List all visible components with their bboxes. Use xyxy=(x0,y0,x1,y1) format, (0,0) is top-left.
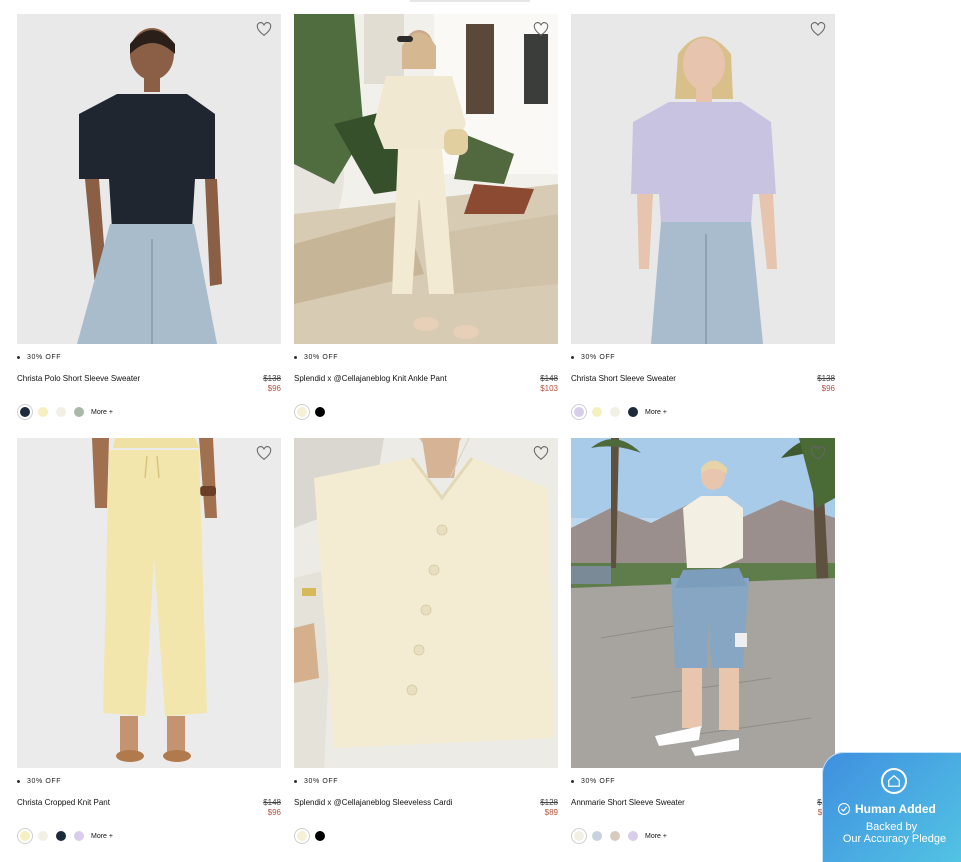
page-top-divider xyxy=(410,0,530,2)
color-swatches: More + xyxy=(17,828,113,844)
color-swatch-selected[interactable] xyxy=(17,404,33,420)
heart-icon[interactable] xyxy=(533,446,549,462)
color-swatch[interactable] xyxy=(610,407,620,417)
more-colors-link[interactable]: More + xyxy=(645,833,667,840)
color-swatch[interactable] xyxy=(315,407,325,417)
original-price: $138 xyxy=(817,374,835,383)
color-swatches xyxy=(294,828,330,844)
discount-badge: 30% OFF xyxy=(571,778,615,785)
heart-icon[interactable] xyxy=(810,22,826,38)
product-image[interactable] xyxy=(571,14,835,344)
product-image[interactable] xyxy=(294,438,558,768)
color-swatches: More + xyxy=(571,404,667,420)
color-swatch[interactable] xyxy=(628,407,638,417)
human-added-title: Human Added xyxy=(838,802,936,816)
sale-price: $103 xyxy=(540,384,558,393)
color-swatches: More + xyxy=(17,404,113,420)
product-name[interactable]: Splendid x @Cellajaneblog Sleeveless Car… xyxy=(294,798,452,807)
sale-price: $89 xyxy=(544,808,558,817)
color-swatch[interactable] xyxy=(628,831,638,841)
product-image[interactable] xyxy=(294,14,558,344)
color-swatch[interactable] xyxy=(592,407,602,417)
product-card[interactable]: 30% OFF Annmarie Short Sleeve Sweater $1… xyxy=(571,438,835,848)
sale-price: $96 xyxy=(821,384,835,393)
color-swatch-selected[interactable] xyxy=(571,828,587,844)
product-image[interactable] xyxy=(17,438,281,768)
product-card[interactable]: 30% OFF Christa Cropped Knit Pant $148 $… xyxy=(17,438,281,848)
check-circle-icon xyxy=(838,803,850,815)
product-card[interactable]: 30% OFF Splendid x @Cellajaneblog Knit A… xyxy=(294,14,558,424)
color-swatch-selected[interactable] xyxy=(17,828,33,844)
color-swatch[interactable] xyxy=(38,407,48,417)
more-colors-link[interactable]: More + xyxy=(91,409,113,416)
product-card[interactable]: 30% OFF Christa Polo Short Sleeve Sweate… xyxy=(17,14,281,424)
more-colors-link[interactable]: More + xyxy=(91,833,113,840)
product-image[interactable] xyxy=(17,14,281,344)
heart-icon[interactable] xyxy=(810,446,826,462)
product-name[interactable]: Christa Cropped Knit Pant xyxy=(17,798,110,807)
original-price: $138 xyxy=(263,374,281,383)
heart-icon[interactable] xyxy=(256,22,272,38)
backed-by-text: Backed by xyxy=(865,821,918,833)
original-price: $148 xyxy=(263,798,281,807)
product-card[interactable]: 30% OFF Splendid x @Cellajaneblog Sleeve… xyxy=(294,438,558,848)
product-name[interactable]: Splendid x @Cellajaneblog Knit Ankle Pan… xyxy=(294,374,447,383)
product-image[interactable] xyxy=(571,438,835,768)
home-circle-icon xyxy=(881,768,907,794)
color-swatch[interactable] xyxy=(38,831,48,841)
human-added-badge[interactable]: Human Added Backed by Our Accuracy Pledg… xyxy=(822,752,961,862)
sale-price: $96 xyxy=(267,808,281,817)
product-name[interactable]: Annmarie Short Sleeve Sweater xyxy=(571,798,685,807)
heart-icon[interactable] xyxy=(533,22,549,38)
color-swatch-selected[interactable] xyxy=(294,404,310,420)
sale-price: $96 xyxy=(267,384,281,393)
product-card[interactable]: 30% OFF Christa Short Sleeve Sweater $13… xyxy=(571,14,835,424)
color-swatch[interactable] xyxy=(56,407,66,417)
heart-icon[interactable] xyxy=(256,446,272,462)
accuracy-pledge-text: Our Accuracy Pledge xyxy=(842,833,947,845)
color-swatch[interactable] xyxy=(74,831,84,841)
color-swatches: More + xyxy=(571,828,667,844)
product-name[interactable]: Christa Short Sleeve Sweater xyxy=(571,374,676,383)
color-swatch[interactable] xyxy=(592,831,602,841)
color-swatch-selected[interactable] xyxy=(294,828,310,844)
color-swatch[interactable] xyxy=(315,831,325,841)
discount-badge: 30% OFF xyxy=(17,778,61,785)
color-swatch[interactable] xyxy=(610,831,620,841)
more-colors-link[interactable]: More + xyxy=(645,409,667,416)
original-price: $148 xyxy=(540,374,558,383)
color-swatches xyxy=(294,404,330,420)
discount-badge: 30% OFF xyxy=(294,354,338,361)
color-swatch[interactable] xyxy=(56,831,66,841)
discount-badge: 30% OFF xyxy=(17,354,61,361)
original-price: $128 xyxy=(540,798,558,807)
discount-badge: 30% OFF xyxy=(571,354,615,361)
color-swatch[interactable] xyxy=(74,407,84,417)
product-name[interactable]: Christa Polo Short Sleeve Sweater xyxy=(17,374,140,383)
discount-badge: 30% OFF xyxy=(294,778,338,785)
color-swatch-selected[interactable] xyxy=(571,404,587,420)
